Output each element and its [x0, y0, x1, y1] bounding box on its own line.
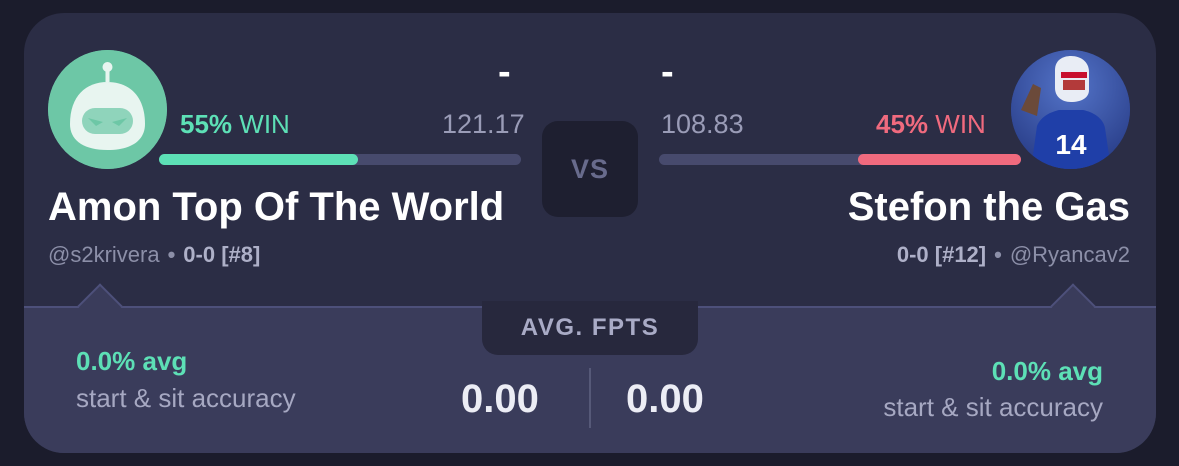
left-live-score: - — [498, 51, 511, 93]
right-team-record: 0-0 [#12] — [896, 242, 987, 267]
vs-badge: VS — [542, 121, 638, 217]
right-live-score: - — [661, 51, 674, 93]
right-win-bar-fill — [858, 154, 1021, 165]
avg-fpts-tab: AVG. FPTS — [482, 301, 698, 355]
left-accuracy-label: start & sit accuracy — [76, 383, 296, 413]
left-team-record: 0-0 [#8] — [183, 242, 261, 267]
right-projected-points: 108.83 — [661, 109, 744, 139]
separator-dot: • — [167, 242, 176, 267]
left-team-avatar[interactable] — [48, 50, 167, 169]
robot-avatar-icon — [48, 50, 167, 169]
right-team-avatar[interactable]: 14 — [1011, 50, 1130, 169]
player-photo-avatar: 14 — [1011, 50, 1130, 169]
left-win-bar-fill — [159, 154, 359, 165]
right-team-name[interactable]: Stefon the Gas — [848, 185, 1130, 230]
avg-fpts-title: AVG. FPTS — [520, 314, 660, 341]
right-win-label: WIN — [935, 109, 986, 139]
left-team-meta: @s2krivera • 0-0 [#8] — [48, 242, 260, 268]
left-win-probability: 55% WIN — [180, 109, 290, 140]
right-win-percent: 45% — [876, 109, 929, 139]
left-accuracy-percent: 0.0% avg — [76, 346, 188, 376]
right-accuracy-percent: 0.0% avg — [991, 356, 1103, 386]
right-accuracy-label: start & sit accuracy — [883, 392, 1103, 422]
right-team-meta: 0-0 [#12] • @Ryancav2 — [897, 242, 1130, 268]
vs-label: VS — [570, 153, 610, 184]
left-team-name[interactable]: Amon Top Of The World — [48, 185, 504, 230]
right-win-bar — [659, 154, 1021, 165]
left-win-bar — [159, 154, 521, 165]
right-user-handle[interactable]: @Ryancav2 — [1010, 242, 1130, 267]
left-win-label: WIN — [239, 109, 290, 139]
matchup-card[interactable]: 14 - - 55% WIN 45% WIN 121.17 108.83 VS … — [24, 13, 1156, 453]
svg-text:14: 14 — [1055, 129, 1087, 160]
left-win-percent: 55% — [180, 109, 233, 139]
separator-dot: • — [994, 242, 1002, 267]
fpts-divider — [589, 368, 591, 428]
left-avg-fpts: 0.00 — [461, 377, 539, 421]
right-win-probability: 45% WIN — [876, 109, 986, 140]
left-user-handle[interactable]: @s2krivera — [48, 242, 160, 267]
left-projected-points: 121.17 — [442, 109, 525, 139]
right-avg-fpts: 0.00 — [626, 377, 704, 421]
